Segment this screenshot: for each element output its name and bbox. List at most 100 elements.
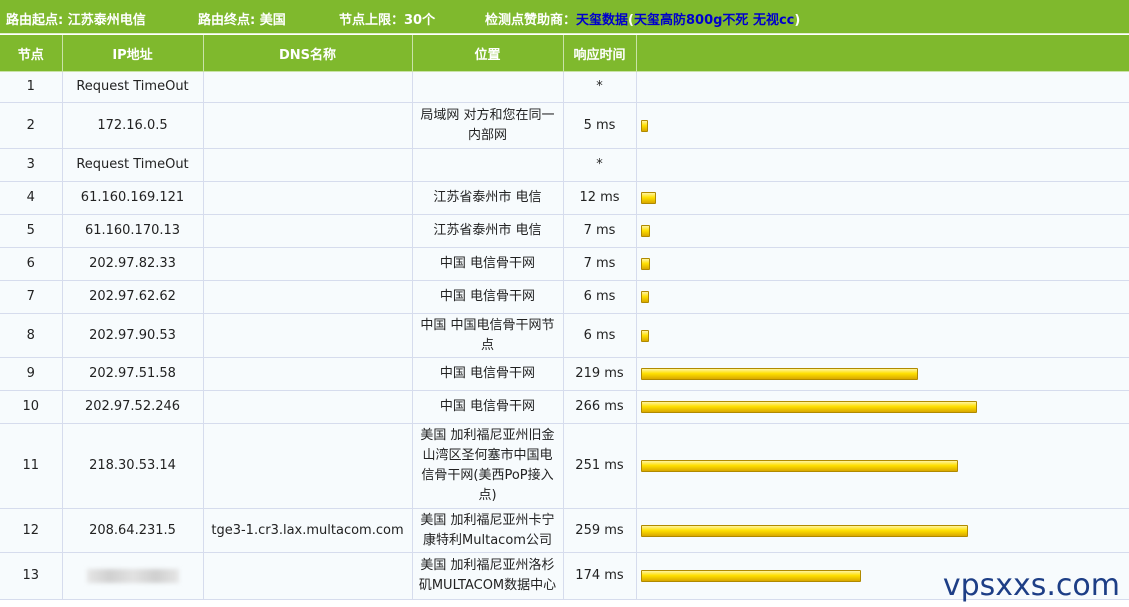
dns-cell <box>203 102 413 149</box>
latency-cell: 7 ms <box>563 247 637 281</box>
location-cell <box>412 71 564 103</box>
latency-bar-cell <box>636 423 1129 509</box>
table-header-row: 节点 IP地址 DNS名称 位置 响应时间 <box>0 35 1129 72</box>
latency-bar <box>640 570 861 582</box>
latency-bar-cell <box>636 508 1129 553</box>
latency-bar-cell <box>636 214 1129 248</box>
table-row: 11 218.30.53.14 美国 加利福尼亚州旧金山湾区圣何塞市中国电信骨干网(… <box>0 423 1129 509</box>
latency-bar-cell <box>636 247 1129 281</box>
ip-cell: 202.97.62.62 <box>62 280 204 314</box>
ip-cell: Request TimeOut <box>62 148 204 182</box>
latency-cell: * <box>563 71 637 103</box>
location-cell: 美国 加利福尼亚州旧金山湾区圣何塞市中国电信骨干网(美西PoP接入点) <box>412 423 564 509</box>
table-row: 10 202.97.52.246 中国 电信骨干网 266 ms <box>0 390 1129 424</box>
latency-bar <box>640 192 656 204</box>
latency-cell: 266 ms <box>563 390 637 424</box>
dns-cell <box>203 181 413 215</box>
table-row: 2 172.16.0.5 局域网 对方和您在同一内部网 5 ms <box>0 102 1129 149</box>
col-header-location: 位置 <box>412 35 564 72</box>
latency-cell: 219 ms <box>563 357 637 391</box>
route-origin: 路由起点: 江苏泰州电信 <box>6 13 146 28</box>
sponsor-promo-link[interactable]: 天玺高防800g不死 无视cc <box>634 13 794 28</box>
latency-bar-cell <box>636 357 1129 391</box>
ip-cell: 61.160.169.121 <box>62 181 204 215</box>
latency-bar <box>640 119 648 132</box>
location-cell: 中国 电信骨干网 <box>412 357 564 391</box>
latency-cell: 6 ms <box>563 280 637 314</box>
table-row: 4 61.160.169.121 江苏省泰州市 电信 12 ms <box>0 181 1129 215</box>
hop-cell: 9 <box>0 357 63 391</box>
col-header-bar <box>636 35 1129 72</box>
sponsor-paren-close: ) <box>794 13 801 28</box>
table-row: 7 202.97.62.62 中国 电信骨干网 6 ms <box>0 280 1129 314</box>
dns-cell <box>203 214 413 248</box>
sponsor-name-link[interactable]: 天玺数据 <box>576 13 628 28</box>
location-cell: 江苏省泰州市 电信 <box>412 181 564 215</box>
location-cell: 美国 加利福尼亚州卡宁康特利Multacom公司 <box>412 508 564 553</box>
col-header-hop: 节点 <box>0 35 63 72</box>
dns-cell <box>203 280 413 314</box>
latency-cell: 251 ms <box>563 423 637 509</box>
traceroute-table: 节点 IP地址 DNS名称 位置 响应时间 1 Request TimeOut * 2… <box>0 35 1129 600</box>
redacted-ip <box>86 568 179 583</box>
dns-cell <box>203 552 413 600</box>
latency-bar <box>640 258 650 270</box>
latency-cell: 12 ms <box>563 181 637 215</box>
dns-cell <box>203 313 413 358</box>
route-summary-bar: 路由起点: 江苏泰州电信 路由终点: 美国 节点上限：30个 检测点赞助商：天玺… <box>0 0 1129 34</box>
dns-cell <box>203 247 413 281</box>
latency-cell: 5 ms <box>563 102 637 149</box>
table-row: 9 202.97.51.58 中国 电信骨干网 219 ms <box>0 357 1129 391</box>
latency-bar <box>640 225 650 237</box>
latency-cell: 259 ms <box>563 508 637 553</box>
latency-bar-cell <box>636 71 1129 103</box>
ip-cell: 208.64.231.5 <box>62 508 204 553</box>
sponsor-info: 检测点赞助商：天玺数据(天玺高防800g不死 无视cc) <box>485 9 800 28</box>
hop-cell: 4 <box>0 181 63 215</box>
hop-limit: 节点上限：30个 <box>339 13 436 28</box>
ip-cell <box>62 552 204 600</box>
table-body: 1 Request TimeOut * 2 172.16.0.5 局域网 对方和您在同一内… <box>0 71 1129 600</box>
location-cell: 局域网 对方和您在同一内部网 <box>412 102 564 149</box>
hop-cell: 11 <box>0 423 63 509</box>
table-row: 12 208.64.231.5 tge3-1.cr3.lax.multacom.co… <box>0 508 1129 553</box>
location-cell <box>412 148 564 182</box>
location-cell: 中国 电信骨干网 <box>412 247 564 281</box>
location-cell: 中国 中国电信骨干网节点 <box>412 313 564 358</box>
location-cell: 江苏省泰州市 电信 <box>412 214 564 248</box>
dns-cell: tge3-1.cr3.lax.multacom.com <box>203 508 413 553</box>
ip-cell: 202.97.51.58 <box>62 357 204 391</box>
latency-bar-cell <box>636 390 1129 424</box>
col-header-ip: IP地址 <box>62 35 204 72</box>
ip-cell: 172.16.0.5 <box>62 102 204 149</box>
dns-cell <box>203 71 413 103</box>
hop-cell: 6 <box>0 247 63 281</box>
table-row: 5 61.160.170.13 江苏省泰州市 电信 7 ms <box>0 214 1129 248</box>
hop-cell: 13 <box>0 552 63 600</box>
dns-cell <box>203 148 413 182</box>
traceroute-page: 路由起点: 江苏泰州电信 路由终点: 美国 节点上限：30个 检测点赞助商：天玺… <box>0 0 1129 607</box>
location-cell: 中国 电信骨干网 <box>412 390 564 424</box>
route-destination: 路由终点: 美国 <box>198 13 286 28</box>
sponsor-label: 检测点赞助商： <box>485 13 577 28</box>
latency-bar-cell <box>636 181 1129 215</box>
hop-cell: 2 <box>0 102 63 149</box>
ip-cell: 202.97.82.33 <box>62 247 204 281</box>
table-row: 6 202.97.82.33 中国 电信骨干网 7 ms <box>0 247 1129 281</box>
latency-cell: * <box>563 148 637 182</box>
latency-bar <box>640 368 918 380</box>
ip-cell: 202.97.52.246 <box>62 390 204 424</box>
hop-cell: 5 <box>0 214 63 248</box>
hop-cell: 3 <box>0 148 63 182</box>
ip-cell: 202.97.90.53 <box>62 313 204 358</box>
hop-cell: 1 <box>0 71 63 103</box>
dns-cell <box>203 390 413 424</box>
latency-bar-cell <box>636 148 1129 182</box>
hop-cell: 12 <box>0 508 63 553</box>
latency-bar <box>640 291 649 303</box>
latency-bar <box>640 329 649 342</box>
hop-cell: 10 <box>0 390 63 424</box>
ip-cell: 218.30.53.14 <box>62 423 204 509</box>
ip-cell: 61.160.170.13 <box>62 214 204 248</box>
latency-cell: 174 ms <box>563 552 637 600</box>
